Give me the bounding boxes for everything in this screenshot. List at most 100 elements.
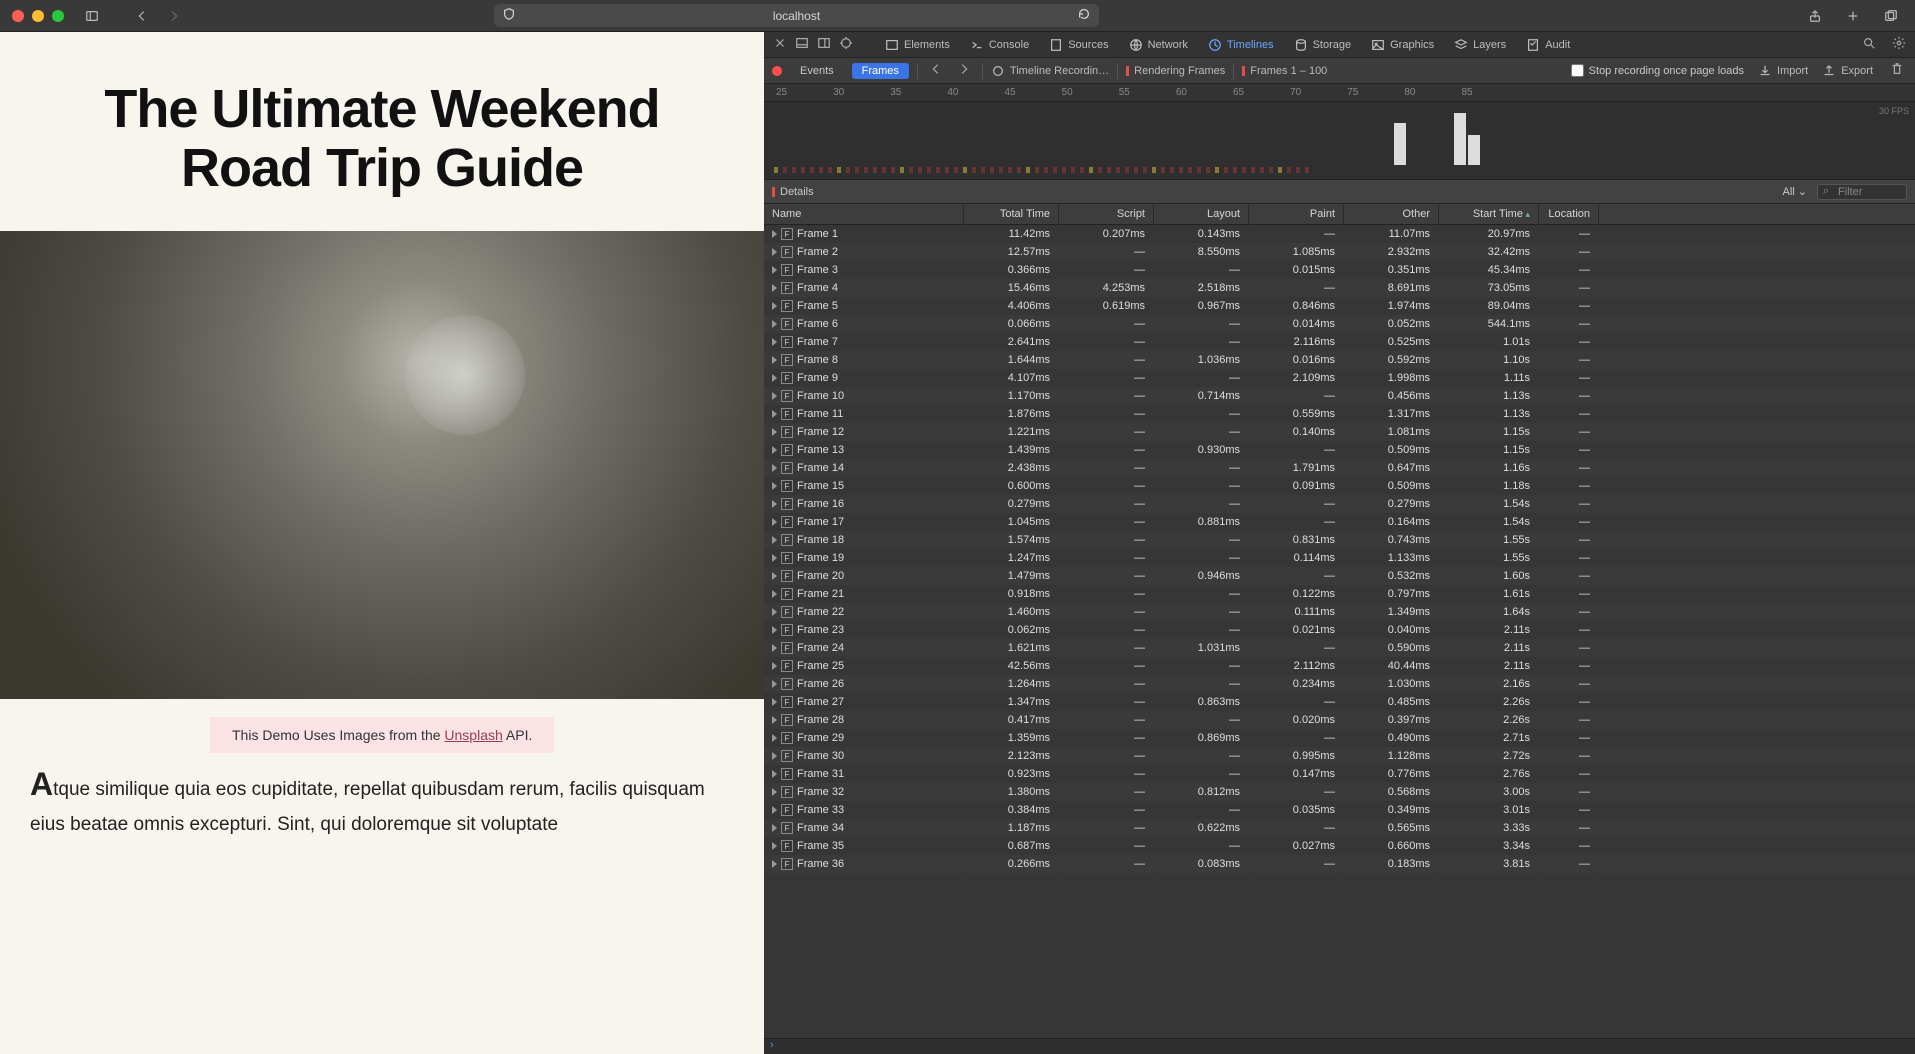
disclosure-triangle-icon[interactable] (772, 500, 777, 508)
col-other[interactable]: Other (1344, 204, 1439, 224)
disclosure-triangle-icon[interactable] (772, 356, 777, 364)
table-row[interactable]: FFrame 101.170ms—0.714ms—0.456ms1.13s— (764, 387, 1915, 405)
disclosure-triangle-icon[interactable] (772, 806, 777, 814)
tab-graphics[interactable]: Graphics (1362, 34, 1443, 56)
filter-all-dropdown[interactable]: All ⌄ (1782, 185, 1807, 198)
stop-on-load-checkbox[interactable]: Stop recording once page loads (1571, 64, 1744, 77)
table-row[interactable]: FFrame 81.644ms—1.036ms0.016ms0.592ms1.1… (764, 351, 1915, 369)
disclosure-triangle-icon[interactable] (772, 788, 777, 796)
table-row[interactable]: FFrame 415.46ms4.253ms2.518ms—8.691ms73.… (764, 279, 1915, 297)
disclosure-triangle-icon[interactable] (772, 230, 777, 238)
disclosure-triangle-icon[interactable] (772, 590, 777, 598)
disclosure-triangle-icon[interactable] (772, 716, 777, 724)
frame-range-crumb[interactable]: Frames 1 – 100 (1242, 65, 1327, 77)
disclosure-triangle-icon[interactable] (772, 662, 777, 670)
sidebar-icon[interactable] (80, 4, 104, 28)
table-row[interactable]: FFrame 221.460ms——0.111ms1.349ms1.64s— (764, 603, 1915, 621)
table-row[interactable]: FFrame 310.923ms——0.147ms0.776ms2.76s— (764, 765, 1915, 783)
disclosure-triangle-icon[interactable] (772, 842, 777, 850)
unsplash-link[interactable]: Unsplash (444, 727, 502, 743)
disclosure-triangle-icon[interactable] (772, 644, 777, 652)
disclosure-triangle-icon[interactable] (772, 410, 777, 418)
disclosure-triangle-icon[interactable] (772, 338, 777, 346)
disclosure-triangle-icon[interactable] (772, 626, 777, 634)
table-row[interactable]: FFrame 291.359ms—0.869ms—0.490ms2.71s— (764, 729, 1915, 747)
disclosure-triangle-icon[interactable] (772, 284, 777, 292)
col-name[interactable]: Name (764, 204, 964, 224)
dock-bottom-icon[interactable] (792, 33, 812, 56)
disclosure-triangle-icon[interactable] (772, 446, 777, 454)
window-close-button[interactable] (12, 10, 24, 22)
tab-network[interactable]: Network (1120, 34, 1197, 56)
table-row[interactable]: FFrame 191.247ms——0.114ms1.133ms1.55s— (764, 549, 1915, 567)
disclosure-triangle-icon[interactable] (772, 554, 777, 562)
table-row[interactable]: FFrame 360.266ms—0.083ms—0.183ms3.81s— (764, 855, 1915, 873)
tab-audit[interactable]: Audit (1517, 34, 1579, 56)
disclosure-triangle-icon[interactable] (772, 860, 777, 868)
table-row[interactable]: FFrame 2542.56ms——2.112ms40.44ms2.11s— (764, 657, 1915, 675)
col-start[interactable]: Start Time (1439, 204, 1539, 224)
disclosure-triangle-icon[interactable] (772, 248, 777, 256)
table-row[interactable]: FFrame 271.347ms—0.863ms—0.485ms2.26s— (764, 693, 1915, 711)
table-row[interactable]: FFrame 181.574ms——0.831ms0.743ms1.55s— (764, 531, 1915, 549)
table-header[interactable]: Name Total Time Script Layout Paint Othe… (764, 204, 1915, 225)
col-location[interactable]: Location (1539, 204, 1599, 224)
col-paint[interactable]: Paint (1249, 204, 1344, 224)
table-row[interactable]: FFrame 321.380ms—0.812ms—0.568ms3.00s— (764, 783, 1915, 801)
table-row[interactable]: FFrame 241.621ms—1.031ms—0.590ms2.11s— (764, 639, 1915, 657)
table-row[interactable]: FFrame 72.641ms——2.116ms0.525ms1.01s— (764, 333, 1915, 351)
tab-storage[interactable]: Storage (1285, 34, 1361, 56)
table-row[interactable]: FFrame 60.066ms——0.014ms0.052ms544.1ms— (764, 315, 1915, 333)
col-script[interactable]: Script (1059, 204, 1154, 224)
tab-console[interactable]: Console (961, 34, 1038, 56)
tab-timelines[interactable]: Timelines (1199, 34, 1283, 56)
rendering-crumb[interactable]: Rendering Frames (1126, 65, 1225, 77)
table-row[interactable]: FFrame 171.045ms—0.881ms—0.164ms1.54s— (764, 513, 1915, 531)
table-row[interactable]: FFrame 160.279ms———0.279ms1.54s— (764, 495, 1915, 513)
disclosure-triangle-icon[interactable] (772, 680, 777, 688)
new-tab-icon[interactable] (1841, 4, 1865, 28)
disclosure-triangle-icon[interactable] (772, 734, 777, 742)
disclosure-triangle-icon[interactable] (772, 536, 777, 544)
table-row[interactable]: FFrame 280.417ms——0.020ms0.397ms2.26s— (764, 711, 1915, 729)
disclosure-triangle-icon[interactable] (772, 464, 777, 472)
table-row[interactable]: FFrame 121.221ms——0.140ms1.081ms1.15s— (764, 423, 1915, 441)
settings-icon[interactable] (1889, 33, 1909, 56)
tab-layers[interactable]: Layers (1445, 34, 1515, 56)
col-total[interactable]: Total Time (964, 204, 1059, 224)
col-layout[interactable]: Layout (1154, 204, 1249, 224)
table-row[interactable]: FFrame 111.876ms——0.559ms1.317ms1.13s— (764, 405, 1915, 423)
recording-crumb[interactable]: Timeline Recordin… (991, 64, 1109, 78)
disclosure-triangle-icon[interactable] (772, 392, 777, 400)
table-row[interactable]: FFrame 210.918ms——0.122ms0.797ms1.61s— (764, 585, 1915, 603)
filter-input[interactable]: Filter (1817, 184, 1907, 200)
table-row[interactable]: FFrame 111.42ms0.207ms0.143ms—11.07ms20.… (764, 225, 1915, 243)
element-picker-icon[interactable] (836, 33, 856, 56)
timeline-ruler[interactable]: 25303540455055606570758085 (764, 84, 1915, 102)
tabs-icon[interactable] (1879, 4, 1903, 28)
view-frames[interactable]: Frames (852, 63, 909, 79)
table-row[interactable]: FFrame 94.107ms——2.109ms1.998ms1.11s— (764, 369, 1915, 387)
table-row[interactable]: FFrame 131.439ms—0.930ms—0.509ms1.15s— (764, 441, 1915, 459)
dock-side-icon[interactable] (814, 33, 834, 56)
forward-button[interactable] (162, 4, 186, 28)
close-devtools-icon[interactable] (770, 33, 790, 56)
table-row[interactable]: FFrame 201.479ms—0.946ms—0.532ms1.60s— (764, 567, 1915, 585)
table-row[interactable]: FFrame 302.123ms——0.995ms1.128ms2.72s— (764, 747, 1915, 765)
console-prompt[interactable]: › (764, 1038, 1915, 1054)
share-icon[interactable] (1803, 4, 1827, 28)
table-row[interactable]: FFrame 261.264ms——0.234ms1.030ms2.16s— (764, 675, 1915, 693)
table-row[interactable]: FFrame 330.384ms——0.035ms0.349ms3.01s— (764, 801, 1915, 819)
address-bar[interactable]: localhost (494, 4, 1099, 27)
disclosure-triangle-icon[interactable] (772, 428, 777, 436)
reload-icon[interactable] (1077, 7, 1091, 24)
table-row[interactable]: FFrame 142.438ms——1.791ms0.647ms1.16s— (764, 459, 1915, 477)
window-minimize-button[interactable] (32, 10, 44, 22)
tab-elements[interactable]: Elements (876, 34, 959, 56)
disclosure-triangle-icon[interactable] (772, 482, 777, 490)
table-row[interactable]: FFrame 212.57ms—8.550ms1.085ms2.932ms32.… (764, 243, 1915, 261)
back-button[interactable] (130, 4, 154, 28)
disclosure-triangle-icon[interactable] (772, 608, 777, 616)
view-events[interactable]: Events (790, 63, 844, 79)
disclosure-triangle-icon[interactable] (772, 572, 777, 580)
